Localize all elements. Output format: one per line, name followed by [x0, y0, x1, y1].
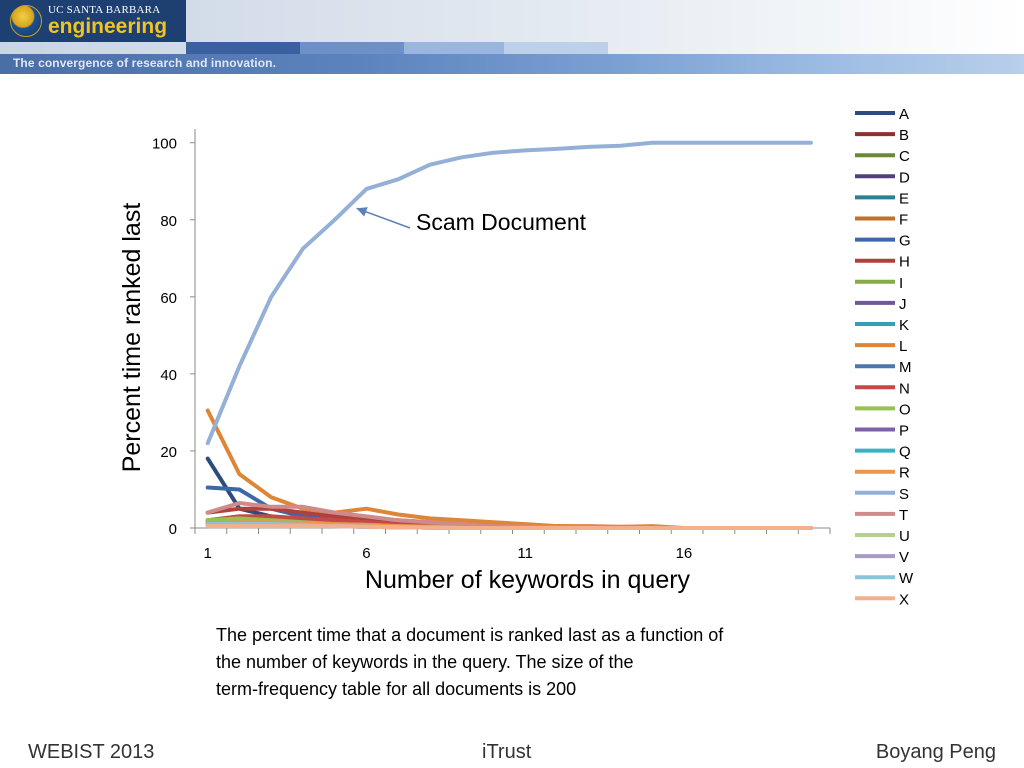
- legend-label-v: V: [899, 549, 909, 566]
- series-line-s: [205, 140, 813, 446]
- legend-label-b: B: [899, 127, 909, 144]
- annotation-label: Scam Document: [416, 209, 587, 235]
- y-tick-label: 0: [169, 521, 177, 538]
- legend-label-s: S: [899, 486, 909, 503]
- legend-label-g: G: [899, 233, 911, 250]
- caption-line: the number of keywords in the query. The…: [216, 652, 634, 672]
- legend-label-j: J: [899, 296, 907, 313]
- legend-label-n: N: [899, 380, 910, 397]
- legend-label-p: P: [899, 423, 909, 440]
- legend-label-o: O: [899, 401, 911, 418]
- legend-label-a: A: [899, 106, 909, 123]
- footer-author: Boyang Peng: [875, 741, 996, 763]
- legend-label-w: W: [899, 570, 914, 587]
- legend-label-u: U: [899, 528, 910, 545]
- legend-label-t: T: [899, 507, 908, 524]
- x-tick-label: 11: [517, 545, 533, 562]
- legend-label-e: E: [899, 190, 909, 207]
- footer-conference: WEBIST 2013: [28, 741, 155, 763]
- legend-label-k: K: [899, 317, 909, 334]
- legend-label-r: R: [899, 465, 910, 482]
- y-tick-label: 20: [160, 444, 177, 461]
- legend-label-i: I: [899, 275, 903, 292]
- legend-label-l: L: [899, 338, 907, 355]
- legend-label-q: Q: [899, 444, 911, 461]
- legend-label-x: X: [899, 591, 909, 608]
- legend-label-f: F: [899, 212, 908, 229]
- y-tick-label: 80: [160, 213, 177, 230]
- figure-caption: The percent time that a document is rank…: [216, 622, 876, 703]
- line-chart: 0204060801001 6 11 16Percent time ranked la…: [118, 106, 914, 608]
- legend-label-d: D: [899, 169, 910, 186]
- x-tick-label: 1: [204, 545, 212, 562]
- x-tick-label: 6: [362, 545, 370, 562]
- caption-line: The percent time that a document is rank…: [216, 625, 724, 645]
- series-line-x: [205, 524, 813, 530]
- y-tick-label: 100: [152, 136, 177, 153]
- y-tick-label: 60: [160, 290, 177, 307]
- x-tick-label: 16: [676, 545, 693, 562]
- footer-project: iTrust: [482, 741, 532, 763]
- legend-label-m: M: [899, 359, 912, 376]
- legend-label-h: H: [899, 254, 910, 271]
- y-tick-label: 40: [160, 367, 177, 384]
- x-axis-title: Number of keywords in query: [365, 566, 691, 594]
- y-axis-title: Percent time ranked last: [118, 203, 146, 473]
- legend-label-c: C: [899, 148, 910, 165]
- caption-line: term-frequency table for all documents i…: [216, 679, 577, 699]
